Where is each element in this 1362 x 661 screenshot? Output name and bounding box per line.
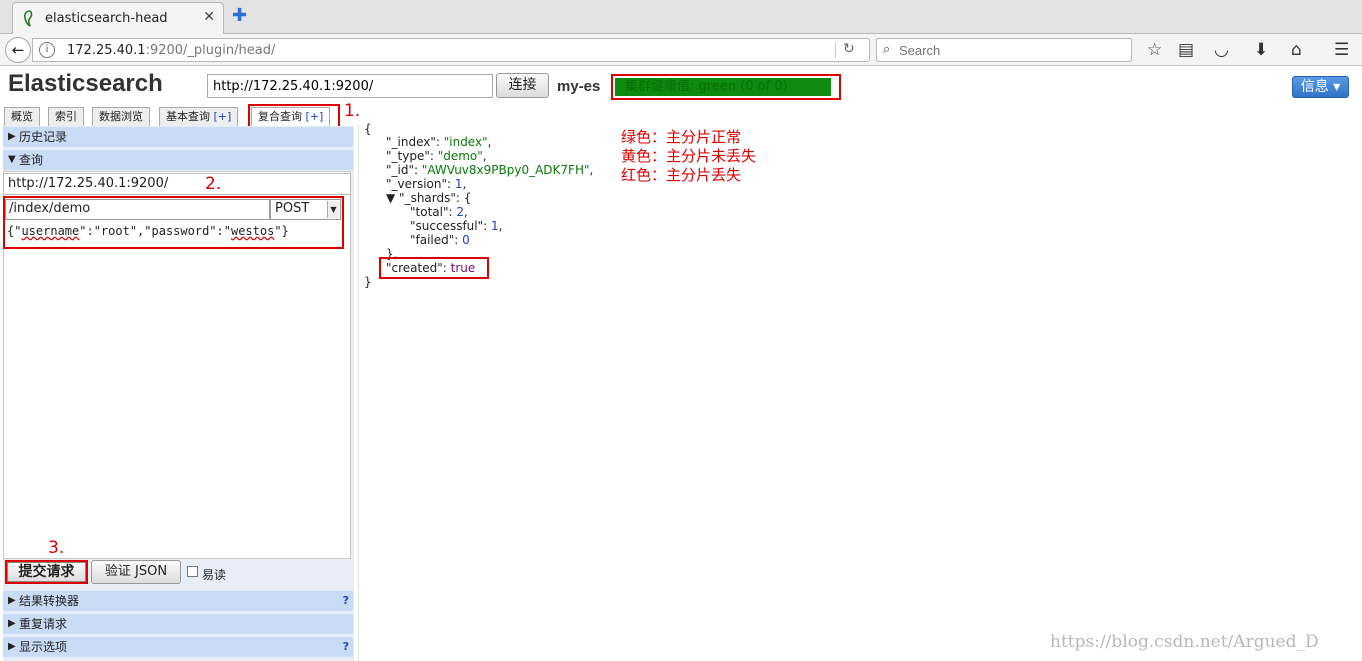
expand-triangle-icon: ▶ [8,595,16,606]
pretty-print-checkbox[interactable] [187,566,198,577]
expand-triangle-icon: ▶ [8,131,16,142]
tab-basic-query[interactable]: 基本查询 [+] [159,107,239,126]
display-options-section-header[interactable]: ▶ 显示选项? [3,637,353,657]
site-info-icon[interactable]: i [39,42,55,58]
json-line-created: "created": true [386,261,476,275]
expand-triangle-icon: ▶ [8,641,16,652]
address-separator [835,42,836,58]
json-open-brace: { [364,122,372,136]
home-icon[interactable]: ⌂ [1291,40,1302,60]
browser-nav-bar: ← i 172.25.40.1:9200/_plugin/head/ ↻ ⌕ ☆… [0,34,1362,66]
step3-label: 3. [48,538,65,558]
http-method-select[interactable]: POST ▼ [270,199,341,220]
repeat-request-section-header[interactable]: ▶ 重复请求 [3,614,353,634]
browser-tab-title: elasticsearch-head [45,11,168,26]
json-line-shards[interactable]: ▼ "_shards": { [386,191,471,205]
search-box[interactable]: ⌕ [876,38,1132,62]
query-base-url-input[interactable]: http://172.25.40.1:9200/ [3,173,351,195]
query-section-header[interactable]: ▼ 查询 [3,150,353,170]
connection-url-input[interactable] [207,74,493,98]
legend-yellow: 黄色：主分片未丢失 [621,147,757,165]
reload-icon[interactable]: ↻ [843,41,855,57]
json-line-type: "_type": "demo", [386,149,487,163]
step1-label: 1. [344,101,361,121]
address-bar[interactable]: i 172.25.40.1:9200/_plugin/head/ ↻ [32,38,870,62]
json-line-id: "_id": "AWVuv8x9PBpy0_ADK7FH", [386,163,594,177]
result-panel [358,125,1358,661]
watermark: https://blog.csdn.net/Argued_D [1050,632,1319,652]
json-line-index: "_index": "index", [386,135,492,149]
dropdown-arrow-icon: ▼ [327,201,339,218]
json-line-successful: "successful": 1, [410,219,503,233]
collapse-triangle-icon[interactable]: ▼ [386,191,399,205]
tab-indices[interactable]: 索引 [48,107,84,126]
pretty-print-label: 易读 [202,568,227,582]
connect-button[interactable]: 连接 [496,73,549,98]
legend-green: 绿色：主分片正常 [621,128,742,146]
history-section-header[interactable]: ▶ 历史记录 [3,127,353,147]
close-tab-icon[interactable]: ✕ [203,9,215,25]
help-icon[interactable]: ? [343,637,349,657]
info-dropdown-button[interactable]: 信息 ▾ [1292,76,1349,98]
address-url: 172.25.40.1:9200/_plugin/head/ [67,43,276,58]
query-body-textarea[interactable]: {"username":"root","password":"westos"} [5,222,348,556]
json-line-total: "total": 2, [410,205,468,219]
bookmark-star-icon[interactable]: ☆ [1147,40,1162,60]
cluster-health-badge: 集群健康值: green (0 of 0) [615,78,831,96]
validate-json-button[interactable]: 验证 JSON [91,560,181,584]
back-arrow-icon[interactable]: ← [5,37,31,63]
query-path-input[interactable]: /index/demo [5,199,270,220]
step2-label: 2. [205,174,222,194]
search-icon: ⌕ [883,42,891,57]
download-icon[interactable]: ⬇ [1254,40,1268,60]
json-close-brace: } [364,275,372,289]
reading-list-icon[interactable]: ▤ [1178,40,1194,60]
json-line-version: "_version": 1, [386,177,467,191]
menu-icon[interactable]: ☰ [1334,40,1349,60]
app-title: Elasticsearch [8,70,163,97]
pocket-icon[interactable]: ◡ [1214,40,1229,60]
submit-request-button[interactable]: 提交请求 [7,562,86,582]
json-line-failed: "failed": 0 [410,233,470,247]
result-transformer-section-header[interactable]: ▶ 结果转换器? [3,591,353,611]
cluster-name: my-es [557,78,601,95]
tab-browser[interactable]: 数据浏览 [92,107,150,126]
new-tab-icon[interactable]: ✚ [232,5,247,26]
expand-triangle-icon: ▶ [8,618,16,629]
search-input[interactable] [899,41,1124,59]
elasticsearch-favicon-icon [23,10,33,27]
help-icon[interactable]: ? [343,591,349,611]
legend-red: 红色：主分片丢失 [621,166,742,184]
collapse-triangle-icon: ▼ [8,154,16,165]
browser-tab[interactable]: elasticsearch-head ✕ [12,2,224,34]
browser-tab-bar: elasticsearch-head ✕ ✚ [0,0,1362,34]
tab-overview[interactable]: 概览 [4,107,40,126]
